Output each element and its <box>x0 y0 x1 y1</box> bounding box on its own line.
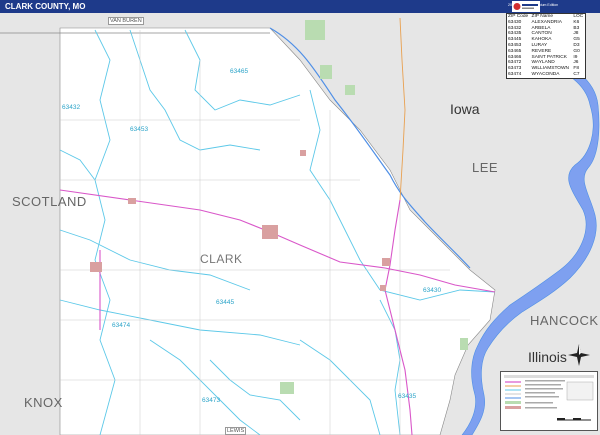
zip-label-63474: 63474 <box>112 322 131 329</box>
zip-table-header-loc: LOC <box>573 14 584 19</box>
label-lewis: LEWIS <box>225 427 247 435</box>
zip-table-row: 63465 REVERE G0 <box>507 49 585 55</box>
zip-label-63435: 63435 <box>398 393 417 400</box>
legend-graphic <box>504 375 594 421</box>
map-canvas: CLARK COUNTY, MO 2020 ZIP Code Premium E… <box>0 0 600 435</box>
label-scotland: SCOTLAND <box>12 194 87 209</box>
zip-label-63445: 63445 <box>216 299 235 306</box>
label-lee: LEE <box>472 160 499 175</box>
zip-label-63432: 63432 <box>62 104 81 111</box>
zip-label-63473: 63473 <box>202 397 221 404</box>
zip-table-row: 63453 LURAY D3 <box>507 43 585 49</box>
label-state-iowa: Iowa <box>450 101 480 117</box>
label-van-buren: VAN BUREN <box>108 17 144 25</box>
zip-label-63453: 63453 <box>130 126 149 133</box>
label-state-illinois: Illinois <box>528 349 567 365</box>
zip-label-63430: 63430 <box>423 287 442 294</box>
zip-table-header: ZIP Code ZIP Name LOC <box>507 14 585 20</box>
label-clark: CLARK <box>200 252 243 266</box>
label-knox: KNOX <box>24 395 63 410</box>
label-hancock: HANCOCK <box>530 313 599 328</box>
map-legend <box>500 371 598 431</box>
zip-table-header-code: ZIP Code <box>508 14 529 19</box>
zip-table-row: 63474 WYACONDA C7 <box>507 72 585 78</box>
zip-name-cell: WYACONDA <box>531 71 560 77</box>
zip-code-table: ZIP Code ZIP Name LOC 63430 ALEXANDRIA K6 … <box>506 13 586 79</box>
zip-cell: 63474 <box>508 71 522 77</box>
north-arrow-icon <box>568 344 590 366</box>
zip-loc-cell: C7 <box>573 71 580 77</box>
zip-label-63465: 63465 <box>230 68 249 75</box>
zip-table-row: 63430 ALEXANDRIA K6 <box>507 20 585 26</box>
publisher-logo-icon <box>512 1 540 12</box>
map-title: CLARK COUNTY, MO <box>5 2 86 11</box>
